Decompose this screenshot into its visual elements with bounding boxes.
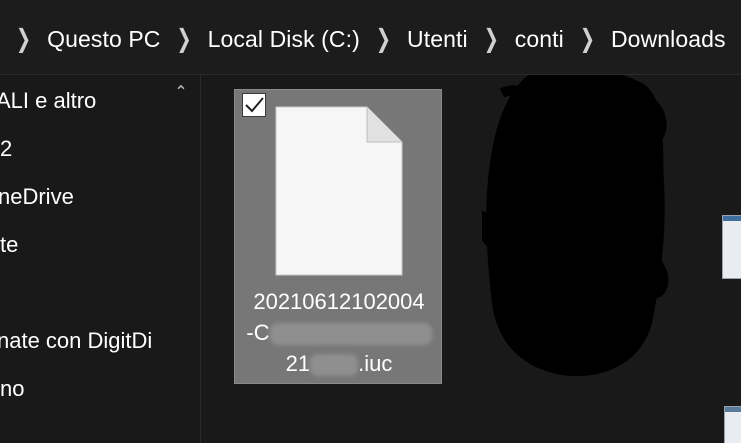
chevron-right-icon[interactable]: ❯ bbox=[484, 24, 499, 53]
thumbnail-preview[interactable] bbox=[722, 215, 741, 279]
address-bar[interactable]: ❯ Questo PC ❯ Local Disk (C:) ❯ Utenti ❯… bbox=[0, 0, 741, 75]
nav-item-te[interactable]: te bbox=[0, 223, 18, 267]
file-name: 20210612102004 -C 21 .iuc bbox=[235, 286, 443, 379]
file-name-line-2: -C bbox=[235, 317, 443, 348]
chevron-right-icon[interactable]: ❯ bbox=[376, 24, 391, 53]
nav-item-onedrive-business[interactable]: ALI e altro bbox=[0, 79, 96, 123]
file-name-line-3-text: 21 bbox=[285, 351, 311, 376]
redacted-text bbox=[269, 323, 432, 346]
breadcrumb-downloads[interactable]: Downloads bbox=[611, 26, 726, 53]
chevron-right-icon[interactable]: ❯ bbox=[580, 24, 595, 53]
chevron-up-icon[interactable]: ⌃ bbox=[171, 83, 191, 103]
navigation-pane: ⌃ ALI e altro 2 neDrive te nate con Digi… bbox=[0, 75, 201, 443]
select-checkbox[interactable] bbox=[242, 93, 266, 117]
chevron-right-icon[interactable]: ❯ bbox=[177, 24, 192, 53]
nav-item-no[interactable]: no bbox=[0, 367, 24, 411]
breadcrumb-conti[interactable]: conti bbox=[515, 26, 564, 53]
file-name-line-3: 21 .iuc bbox=[235, 348, 443, 379]
file-tile[interactable]: 20210612102004 -C 21 .iuc bbox=[234, 89, 442, 384]
redacted-text bbox=[310, 354, 359, 377]
breadcrumb: ❯ Questo PC ❯ Local Disk (C:) ❯ Utenti ❯… bbox=[16, 22, 741, 56]
chevron-right-icon[interactable]: ❯ bbox=[16, 24, 31, 53]
nav-item-onedrive[interactable]: neDrive bbox=[0, 175, 74, 219]
redaction-scribble bbox=[482, 75, 669, 377]
document-icon bbox=[275, 106, 403, 276]
breadcrumb-utenti[interactable]: Utenti bbox=[407, 26, 468, 53]
file-list-pane: 20210612102004 -C 21 .iuc bbox=[201, 75, 741, 443]
breadcrumb-local-disk[interactable]: Local Disk (C:) bbox=[208, 26, 360, 53]
file-extension: .iuc bbox=[358, 351, 393, 376]
breadcrumb-questo-pc[interactable]: Questo PC bbox=[47, 26, 160, 53]
thumbnail-preview[interactable] bbox=[724, 406, 741, 443]
nav-item-digitdi[interactable]: nate con DigitDi bbox=[0, 319, 152, 363]
file-name-line-2-text: -C bbox=[246, 320, 270, 345]
file-name-line-1: 20210612102004 bbox=[253, 289, 425, 314]
nav-item-2[interactable]: 2 bbox=[0, 127, 12, 171]
checkmark-icon bbox=[245, 97, 264, 113]
